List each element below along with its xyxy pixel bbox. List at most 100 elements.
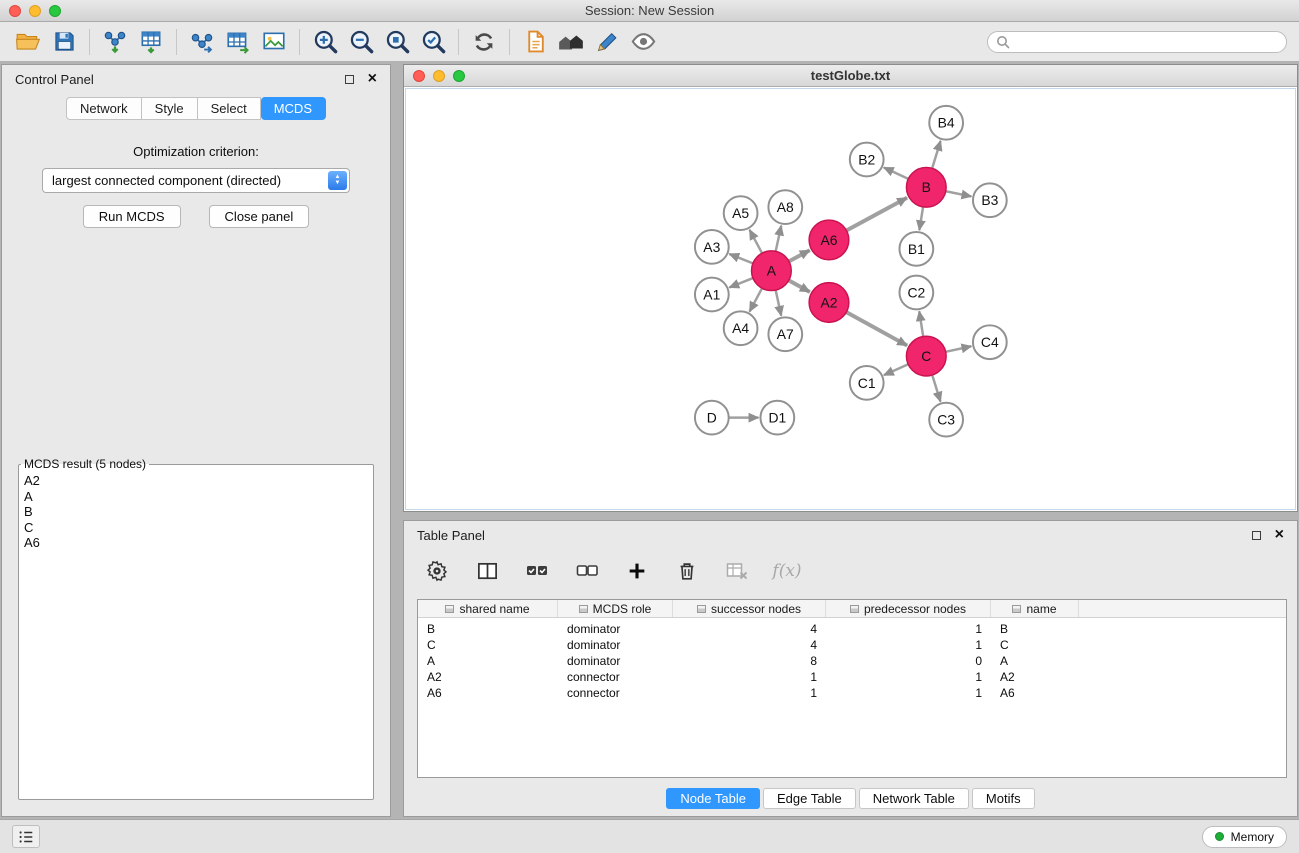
edge-C-C2[interactable] <box>919 311 923 336</box>
deselect-all-button[interactable] <box>574 558 600 584</box>
column-header-predecessor-nodes[interactable]: predecessor nodes <box>826 600 991 617</box>
delete-column-button[interactable] <box>674 558 700 584</box>
memory-button[interactable]: Memory <box>1202 826 1287 848</box>
table-row[interactable]: Adominator80A <box>418 653 1286 669</box>
delete-table-button[interactable] <box>724 558 750 584</box>
add-column-button[interactable] <box>624 558 650 584</box>
node-A1[interactable]: A1 <box>695 278 729 312</box>
close-frame-button[interactable] <box>413 70 425 82</box>
table-row[interactable]: A2connector11A2 <box>418 669 1286 685</box>
function-builder-button[interactable]: f(x) <box>774 558 800 584</box>
node-C[interactable]: C <box>906 336 946 376</box>
export-network-button[interactable] <box>184 26 220 58</box>
zoom-frame-button[interactable] <box>453 70 465 82</box>
edge-A-A7[interactable] <box>776 290 782 316</box>
tab-network-table[interactable]: Network Table <box>859 788 969 809</box>
node-A7[interactable]: A7 <box>768 317 802 351</box>
search-input[interactable] <box>1015 35 1278 49</box>
zoom-in-button[interactable] <box>307 26 343 58</box>
zoom-fit-button[interactable] <box>379 26 415 58</box>
edge-A-A5[interactable] <box>750 230 763 253</box>
node-C1[interactable]: C1 <box>850 366 884 400</box>
node-A2[interactable]: A2 <box>809 283 849 323</box>
show-hide-button[interactable] <box>625 26 661 58</box>
tab-edge-table[interactable]: Edge Table <box>763 788 856 809</box>
node-A3[interactable]: A3 <box>695 230 729 264</box>
edge-C-C1[interactable] <box>884 364 908 375</box>
node-A4[interactable]: A4 <box>724 311 758 345</box>
edge-C-C3[interactable] <box>932 375 940 402</box>
close-window-button[interactable] <box>9 5 21 17</box>
zoom-out-button[interactable] <box>343 26 379 58</box>
tab-motifs[interactable]: Motifs <box>972 788 1035 809</box>
edge-B-B3[interactable] <box>946 191 972 196</box>
tab-node-table[interactable]: Node Table <box>666 788 760 809</box>
node-C4[interactable]: C4 <box>973 325 1007 359</box>
show-panels-button[interactable] <box>12 825 40 848</box>
column-header-name[interactable]: name <box>991 600 1079 617</box>
node-B3[interactable]: B3 <box>973 183 1007 217</box>
search-field[interactable] <box>987 31 1287 53</box>
float-panel-icon[interactable] <box>345 75 354 84</box>
zoom-selected-button[interactable] <box>415 26 451 58</box>
save-session-button[interactable] <box>46 26 82 58</box>
zoom-window-button[interactable] <box>49 5 61 17</box>
table-row[interactable]: Cdominator41C <box>418 637 1286 653</box>
float-table-panel-icon[interactable] <box>1252 531 1261 540</box>
edge-A-A6[interactable] <box>789 250 810 261</box>
network-overview-button[interactable] <box>553 26 589 58</box>
column-header-MCDS-role[interactable]: MCDS role <box>558 600 673 617</box>
edge-A-A3[interactable] <box>729 254 753 263</box>
node-B1[interactable]: B1 <box>899 232 933 266</box>
node-B2[interactable]: B2 <box>850 143 884 177</box>
columns-icon <box>476 560 499 583</box>
node-B[interactable]: B <box>906 167 946 207</box>
table-settings-button[interactable] <box>424 558 450 584</box>
import-table-button[interactable] <box>133 26 169 58</box>
refresh-layout-button[interactable] <box>466 26 502 58</box>
minimize-window-button[interactable] <box>29 5 41 17</box>
edge-A2-C[interactable] <box>846 312 907 345</box>
edge-A6-B[interactable] <box>846 198 907 231</box>
column-header-shared-name[interactable]: shared name <box>418 600 558 617</box>
criterion-dropdown[interactable]: largest connected component (directed) ▲… <box>42 168 350 193</box>
close-panel-button[interactable]: Close panel <box>209 205 310 228</box>
close-panel-icon[interactable]: × <box>368 71 377 87</box>
node-B4[interactable]: B4 <box>929 106 963 140</box>
table-row[interactable]: Bdominator41B <box>418 621 1286 637</box>
edge-B-B1[interactable] <box>919 207 923 230</box>
column-header-successor-nodes[interactable]: successor nodes <box>673 600 826 617</box>
select-all-button[interactable] <box>524 558 550 584</box>
table-row[interactable]: A6connector11A6 <box>418 685 1286 701</box>
export-image-button[interactable] <box>256 26 292 58</box>
import-network-button[interactable] <box>97 26 133 58</box>
node-D1[interactable]: D1 <box>760 401 794 435</box>
node-A[interactable]: A <box>752 251 792 291</box>
node-D[interactable]: D <box>695 401 729 435</box>
network-canvas[interactable]: B4 B2 B B3 A5 A8A6 B1 A3 A C2 A1 A2 A4 A7 C4 C C1 C3 D D1 <box>406 89 1295 509</box>
node-A8[interactable]: A8 <box>768 190 802 224</box>
tab-mcds[interactable]: MCDS <box>261 97 326 120</box>
run-mcds-button[interactable]: Run MCDS <box>83 205 181 228</box>
node-A5[interactable]: A5 <box>724 196 758 230</box>
show-columns-button[interactable] <box>474 558 500 584</box>
export-table-button[interactable] <box>220 26 256 58</box>
open-session-button[interactable] <box>10 26 46 58</box>
tab-style[interactable]: Style <box>142 97 198 120</box>
annotation-style-button[interactable] <box>589 26 625 58</box>
edge-A-A1[interactable] <box>729 278 753 287</box>
edge-A-A8[interactable] <box>776 226 782 252</box>
minimize-frame-button[interactable] <box>433 70 445 82</box>
tab-select[interactable]: Select <box>198 97 261 120</box>
close-table-panel-icon[interactable]: × <box>1275 527 1284 543</box>
edge-A-A2[interactable] <box>789 280 810 292</box>
node-C2[interactable]: C2 <box>899 276 933 310</box>
tab-network[interactable]: Network <box>66 97 142 120</box>
edge-B-B2[interactable] <box>884 167 909 178</box>
node-A6[interactable]: A6 <box>809 220 849 260</box>
session-file-button[interactable] <box>517 26 553 58</box>
edge-C-C4[interactable] <box>946 346 972 352</box>
edge-B-B4[interactable] <box>932 141 940 169</box>
edge-A-A4[interactable] <box>750 288 763 311</box>
node-C3[interactable]: C3 <box>929 403 963 437</box>
